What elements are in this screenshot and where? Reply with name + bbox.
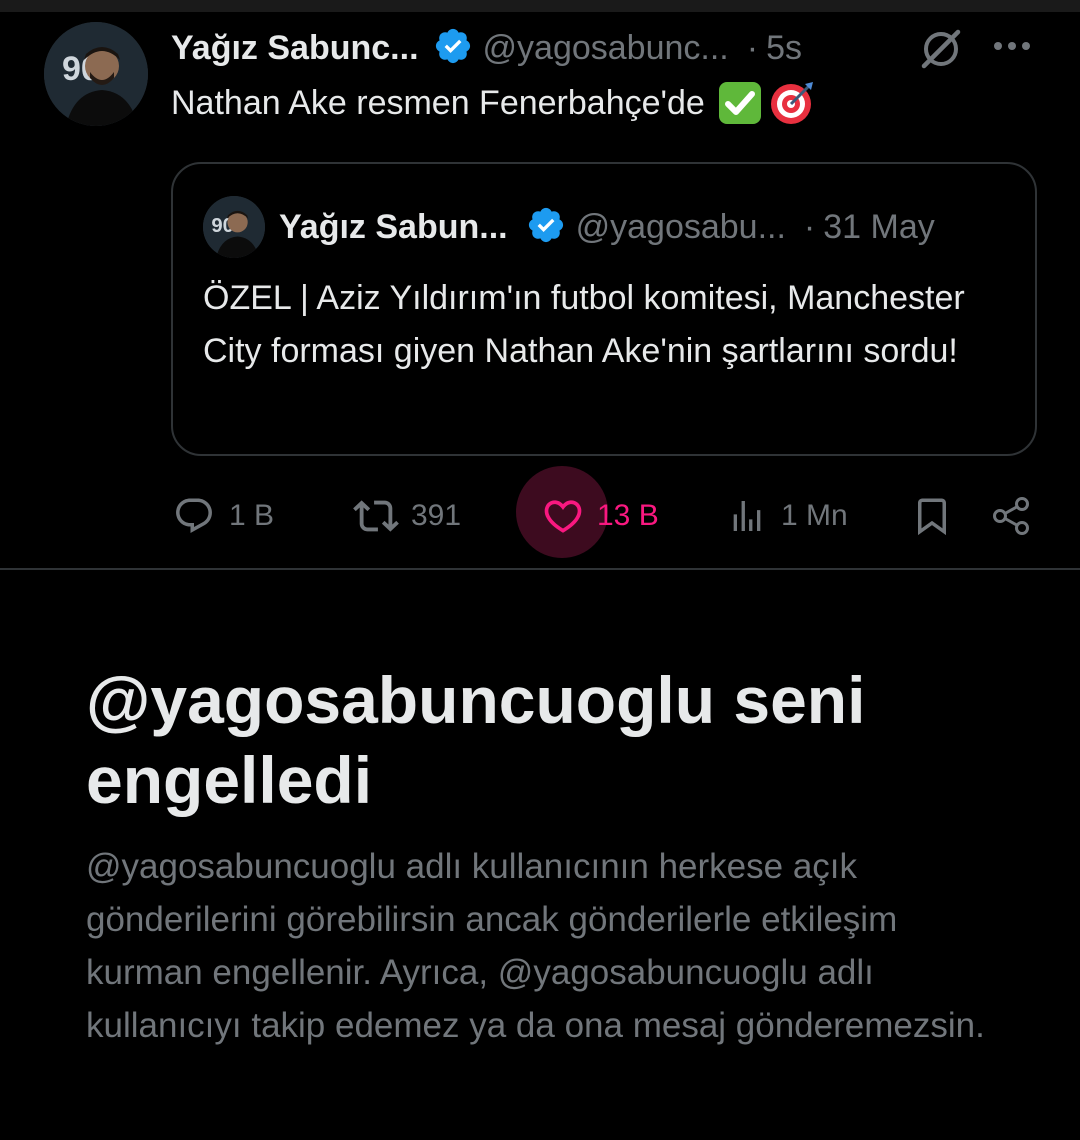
separator-dot: · <box>746 28 759 67</box>
tweet-text: Nathan Ake resmen Fenerbahçe'de <box>171 83 705 122</box>
blocked-notice-description: @yagosabuncuoglu adlı kullanıcının herke… <box>86 847 985 1045</box>
verified-badge-icon <box>433 26 473 71</box>
reply-icon <box>173 495 215 537</box>
quoted-author-name: Yağız Sabun... <box>279 207 508 246</box>
repost-icon <box>353 493 399 539</box>
author-handle[interactable]: @yagosabunc... <box>483 29 729 68</box>
tweet-action-bar: 1 B 391 13 B 1 Mn <box>171 466 1037 558</box>
quoted-separator-dot: · <box>803 207 816 246</box>
status-bar-strip <box>0 0 1080 12</box>
direct-hit-target-icon <box>769 80 815 126</box>
bookmark-icon <box>911 495 953 537</box>
repost-button[interactable]: 391 <box>353 486 461 546</box>
like-icon <box>541 494 585 538</box>
author-avatar[interactable]: 90 <box>44 22 148 126</box>
tweet-header: Yağız Sabunc... @yagosabunc... · 5s <box>171 24 802 72</box>
timestamp[interactable]: 5s <box>766 29 802 68</box>
repost-count: 391 <box>411 499 462 532</box>
section-divider <box>0 568 1080 570</box>
reply-count: 1 B <box>229 499 275 532</box>
share-button[interactable] <box>989 486 1033 546</box>
check-mark-button-icon <box>717 80 763 126</box>
views-button[interactable]: 1 Mn <box>727 486 848 546</box>
like-count: 13 B <box>597 499 659 532</box>
quoted-date: 31 May <box>823 207 935 246</box>
more-options-icon[interactable] <box>990 36 1034 56</box>
share-icon <box>989 494 1033 538</box>
views-count: 1 Mn <box>781 499 848 532</box>
like-button[interactable]: 13 B <box>541 486 659 546</box>
quoted-tweet-card[interactable]: 90 Yağız Sabun... @yagosabu... · 31 May … <box>171 162 1037 456</box>
bookmark-button[interactable] <box>911 486 953 546</box>
quoted-tweet-header: 90 Yağız Sabun... @yagosabu... · 31 May <box>203 196 935 258</box>
quoted-author-handle: @yagosabu... <box>575 207 786 246</box>
blocked-notice-title: @yagosabuncuoglu seni engelledi <box>86 663 866 817</box>
author-name[interactable]: Yağız Sabunc... <box>171 29 419 68</box>
views-icon <box>727 496 767 536</box>
quoted-verified-badge-icon <box>526 205 566 250</box>
quoted-author-avatar: 90 <box>203 196 265 258</box>
quoted-tweet-text: ÖZEL | Aziz Yıldırım'ın futbol komitesi,… <box>203 279 965 370</box>
grok-icon[interactable] <box>918 26 964 72</box>
reply-button[interactable]: 1 B <box>173 486 274 546</box>
tweet-text-row: Nathan Ake resmen Fenerbahçe'de <box>171 80 815 126</box>
